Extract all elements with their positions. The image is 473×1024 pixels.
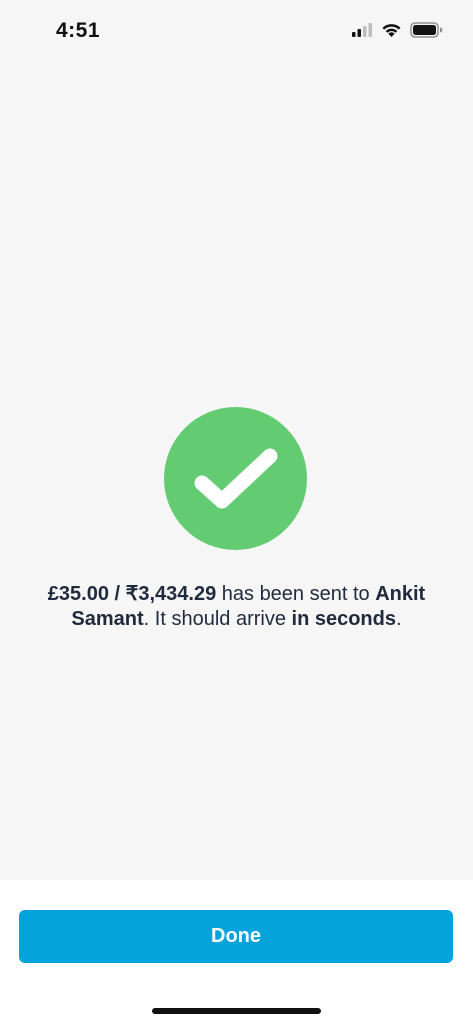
end-text: . [396, 608, 402, 630]
confirmation-message: £35.00 / ₹3,434.29 has been sent to Anki… [20, 582, 453, 632]
wifi-icon [381, 22, 402, 43]
battery-icon [410, 22, 443, 43]
transfer-amount: £35.00 / ₹3,434.29 [47, 583, 217, 605]
success-circle [164, 407, 307, 550]
home-indicator[interactable] [152, 1008, 321, 1014]
arrive-text: . It should arrive [143, 608, 292, 630]
cellular-signal-icon [351, 22, 373, 43]
done-button[interactable]: Done [19, 910, 453, 963]
status-time: 4:51 [56, 19, 101, 42]
status-icons [351, 22, 443, 43]
status-bar: 4:51 [0, 0, 473, 60]
sent-text: has been sent to [216, 583, 376, 605]
arrival-timing: in seconds [291, 608, 396, 630]
footer-panel: Done [0, 880, 473, 1024]
